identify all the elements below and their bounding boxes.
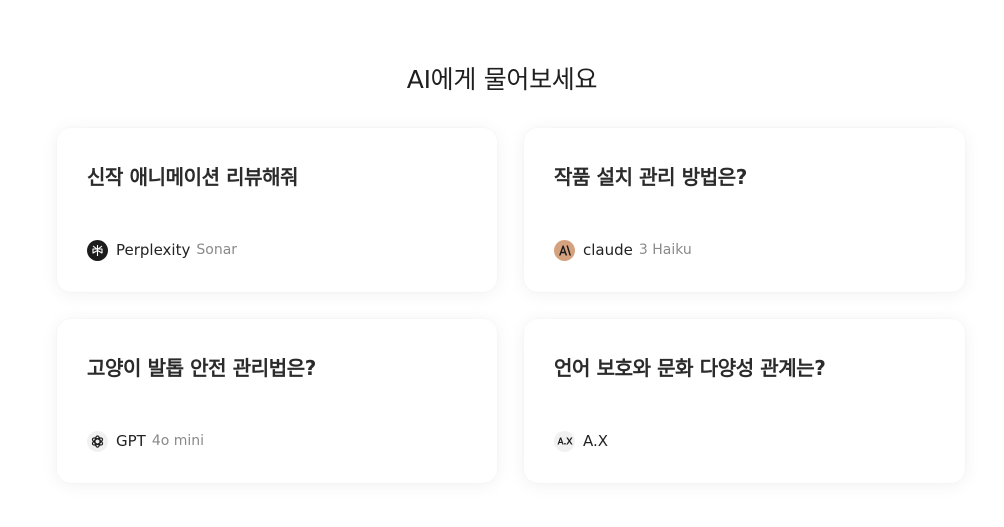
openai-icon — [87, 430, 108, 452]
suggestion-card-gpt[interactable]: 고양이 발톱 안전 관리법은? GPT 4o mini — [57, 319, 497, 483]
suggestion-card-claude[interactable]: 작품 설치 관리 방법은? claude 3 Haiku — [524, 128, 965, 292]
model-tag: GPT 4o mini — [87, 430, 204, 452]
model-variant: 4o mini — [151, 433, 205, 449]
model-tag: Perplexity Sonar — [87, 239, 237, 261]
model-tag: A.X — [554, 430, 608, 452]
card-question: 신작 애니메이션 리뷰해줘 — [87, 165, 299, 189]
card-question: 작품 설치 관리 방법은? — [554, 165, 747, 189]
model-tag: claude 3 Haiku — [554, 239, 692, 261]
page: AI에게 물어보세요 신작 애니메이션 리뷰해줘 Perplexity Sona… — [0, 0, 1004, 527]
ax-icon — [554, 430, 575, 452]
card-question: 언어 보호와 문화 다양성 관계는? — [554, 356, 826, 380]
model-name: GPT — [116, 432, 146, 450]
model-name: A.X — [583, 432, 609, 450]
suggestion-card-ax[interactable]: 언어 보호와 문화 다양성 관계는? A.X — [524, 319, 965, 483]
claude-icon — [554, 239, 575, 261]
suggestion-card-perplexity[interactable]: 신작 애니메이션 리뷰해줘 Perplexity Sonar — [57, 128, 497, 292]
page-title: AI에게 물어보세요 — [406, 65, 598, 94]
model-variant: 3 Haiku — [638, 242, 692, 258]
card-question: 고양이 발톱 안전 관리법은? — [87, 356, 316, 380]
model-name: claude — [583, 241, 633, 259]
model-name: Perplexity — [116, 241, 191, 259]
perplexity-icon — [87, 239, 108, 261]
suggestion-grid: 신작 애니메이션 리뷰해줘 Perplexity Sonar 작품 설치 관리 … — [57, 128, 965, 483]
model-variant: Sonar — [196, 242, 238, 258]
